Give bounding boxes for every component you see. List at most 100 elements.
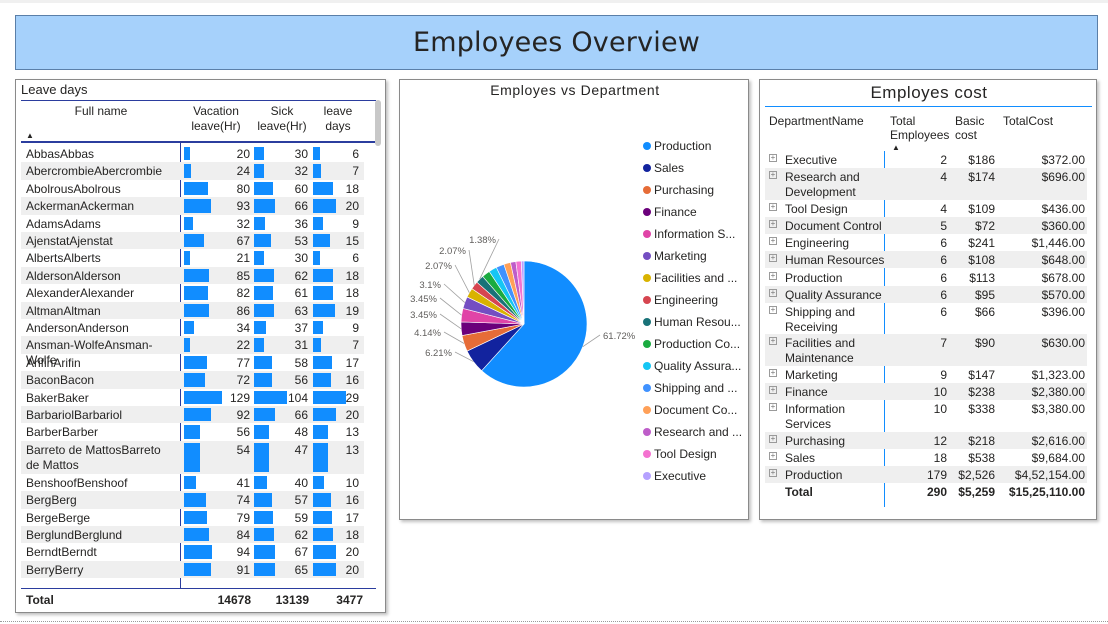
table-row[interactable]: AldersonAlderson 85 62 18	[21, 266, 364, 285]
table-row[interactable]: BerglundBerglund 84 62 18	[21, 526, 364, 544]
sick-cell: 59	[254, 509, 312, 526]
table-row[interactable]: + Production 179 $2,526 $4,52,154.00	[765, 466, 1087, 484]
table-row[interactable]: BarberBarber 56 48 13	[21, 423, 364, 440]
table-row[interactable]: + Sales 18 $538 $9,684.00	[765, 449, 1087, 466]
sick-cell: 56	[254, 371, 312, 388]
full-name-cell: AjenstatAjenstat	[26, 234, 113, 248]
table-row[interactable]: + Purchasing 12 $218 $2,616.00	[765, 431, 1087, 449]
vacation-data-bar	[184, 390, 222, 404]
table-row[interactable]: AlexanderAlexander 82 61 18	[21, 284, 364, 301]
total-employees-cell: 9	[940, 367, 947, 382]
employee-cost-table-visual[interactable]: Employes cost DepartmentName Total Emplo…	[759, 79, 1097, 520]
vertical-scrollbar[interactable]	[375, 100, 381, 146]
total-cost-cell: $9,684.00	[1031, 451, 1085, 465]
expand-icon[interactable]: +	[769, 154, 777, 162]
table-row[interactable]: AbercrombieAbercrombie 24 32 7	[21, 162, 364, 180]
expand-icon[interactable]: +	[769, 288, 777, 297]
leave-cell: 17	[313, 509, 363, 526]
cost-table-title: Employes cost	[870, 83, 988, 102]
table-row[interactable]: Barreto de MattosBarreto de Mattos 54 47 13	[21, 440, 364, 474]
vacation-value: 92	[236, 408, 250, 422]
table-row[interactable]: BakerBaker 129 104 29	[21, 389, 364, 406]
table-row[interactable]: + Document Control 5 $72 $360.00	[765, 216, 1087, 235]
table-row[interactable]: BenshoofBenshoof 41 40 10	[21, 474, 364, 491]
table-row[interactable]: + Human Resources 6 $108 $648.00	[765, 251, 1087, 269]
column-header-sick[interactable]: Sick leave(Hr)	[253, 104, 311, 134]
sick-cell: 37	[254, 319, 312, 336]
expand-icon[interactable]: +	[769, 237, 777, 246]
department-pie-chart-visual[interactable]: Employes vs Department 61.72% 6.21% 4.14% 3…	[399, 79, 749, 520]
expand-icon[interactable]: +	[769, 202, 777, 211]
column-header-vacation[interactable]: Vacation leave(Hr)	[181, 104, 251, 134]
table-row[interactable]: ArifinArifin 77 58 17	[21, 354, 364, 371]
leave-cell: 19	[313, 302, 363, 319]
leave-value: 9	[352, 216, 359, 231]
expand-icon[interactable]: +	[769, 219, 777, 228]
column-header-total-employees[interactable]: Total Employees	[890, 114, 949, 142]
table-row[interactable]: BerryBerry 91 65 20	[21, 560, 364, 579]
table-row[interactable]: AdamsAdams 32 36 9	[21, 215, 364, 232]
total-employees-cell: 7	[940, 336, 947, 351]
table-row[interactable]: + Shipping and Receiving 6 $66 $396.00	[765, 303, 1087, 335]
expand-icon[interactable]: +	[769, 254, 777, 263]
table-row[interactable]: + Quality Assurance 6 $95 $570.00	[765, 285, 1087, 303]
label-leader-line	[468, 249, 475, 286]
table-row[interactable]: + Executive 2 $186 $372.00	[765, 151, 1087, 168]
table-row[interactable]: BerndtBerndt 94 67 20	[21, 543, 364, 560]
expand-icon[interactable]: +	[769, 368, 777, 377]
column-header-basic-cost[interactable]: Basic cost	[955, 114, 991, 142]
table-row[interactable]: AbolrousAbolrous 80 60 18	[21, 180, 364, 197]
total-sick: 13139	[275, 593, 309, 607]
sick-cell: 63	[254, 302, 312, 319]
leave-value: 17	[345, 355, 359, 370]
table-row[interactable]: + Facilities and Maintenance 7 $90 $630.00	[765, 334, 1087, 366]
vacation-cell: 84	[184, 526, 254, 543]
table-row[interactable]: + Information Services 10 $338 $3,380.00	[765, 400, 1087, 432]
table-row[interactable]: BergBerg 74 57 16	[21, 491, 364, 509]
leave-days-table-visual[interactable]: Leave days Full name Vacation leave(Hr) …	[15, 79, 386, 613]
sick-cell: 61	[254, 284, 312, 301]
leave-data-bar	[313, 408, 336, 422]
expand-icon[interactable]: +	[769, 403, 777, 412]
total-label: Total	[26, 593, 54, 607]
table-row[interactable]: + Production 6 $113 $678.00	[765, 269, 1087, 286]
table-row[interactable]: AndersonAnderson 34 37 9	[21, 319, 364, 336]
vacation-data-bar	[184, 528, 209, 542]
table-row[interactable]: AltmanAltman 86 63 19	[21, 301, 364, 319]
expand-icon[interactable]: +	[769, 337, 777, 346]
sort-ascending-icon[interactable]: ▲	[26, 131, 34, 140]
table-row[interactable]: BaconBacon 72 56 16	[21, 371, 364, 389]
basic-cost-cell: $338	[968, 402, 995, 417]
expand-icon[interactable]: +	[769, 171, 777, 180]
basic-cost-cell: $218	[968, 433, 995, 448]
table-row[interactable]: + Research and Development 4 $174 $696.00	[765, 168, 1087, 200]
vacation-value: 79	[236, 510, 250, 525]
column-header-total-cost[interactable]: TotalCost	[1003, 114, 1053, 128]
column-header-full-name[interactable]: Full name	[26, 104, 176, 119]
expand-icon[interactable]: +	[769, 452, 777, 460]
column-header-leave-days[interactable]: leave days	[313, 104, 363, 134]
table-row[interactable]: + Finance 10 $238 $2,380.00	[765, 383, 1087, 401]
expand-icon[interactable]: +	[769, 469, 777, 478]
table-row[interactable]: AjenstatAjenstat 67 53 15	[21, 232, 364, 250]
table-row[interactable]: BergeBerge 79 59 17	[21, 509, 364, 526]
table-row[interactable]: AlbertsAlberts 21 30 6	[21, 249, 364, 266]
table-row[interactable]: + Tool Design 4 $109 $436.00	[765, 200, 1087, 217]
table-row[interactable]: AckermanAckerman 93 66 20	[21, 197, 364, 215]
expand-icon[interactable]: +	[769, 271, 777, 280]
table-row[interactable]: AbbasAbbas 20 30 6	[21, 145, 364, 162]
column-header-department[interactable]: DepartmentName	[769, 114, 864, 128]
vacation-data-bar	[184, 321, 194, 335]
basic-cost-cell: $108	[968, 253, 995, 268]
expand-icon[interactable]: +	[769, 386, 777, 395]
expand-icon[interactable]: +	[769, 434, 777, 443]
table-row[interactable]: Ansman-WolfeAnsman-Wolfe 22 31 7	[21, 336, 364, 367]
leave-data-bar	[313, 303, 335, 317]
expand-icon[interactable]: +	[769, 305, 777, 314]
table-row[interactable]: + Marketing 9 $147 $1,323.00	[765, 366, 1087, 383]
table-row[interactable]: + Engineering 6 $241 $1,446.00	[765, 234, 1087, 251]
vacation-cell: 67	[184, 232, 254, 249]
leave-value: 10	[345, 475, 359, 490]
sick-value: 62	[294, 268, 308, 283]
table-row[interactable]: BarbariolBarbariol 92 66 20	[21, 406, 364, 424]
